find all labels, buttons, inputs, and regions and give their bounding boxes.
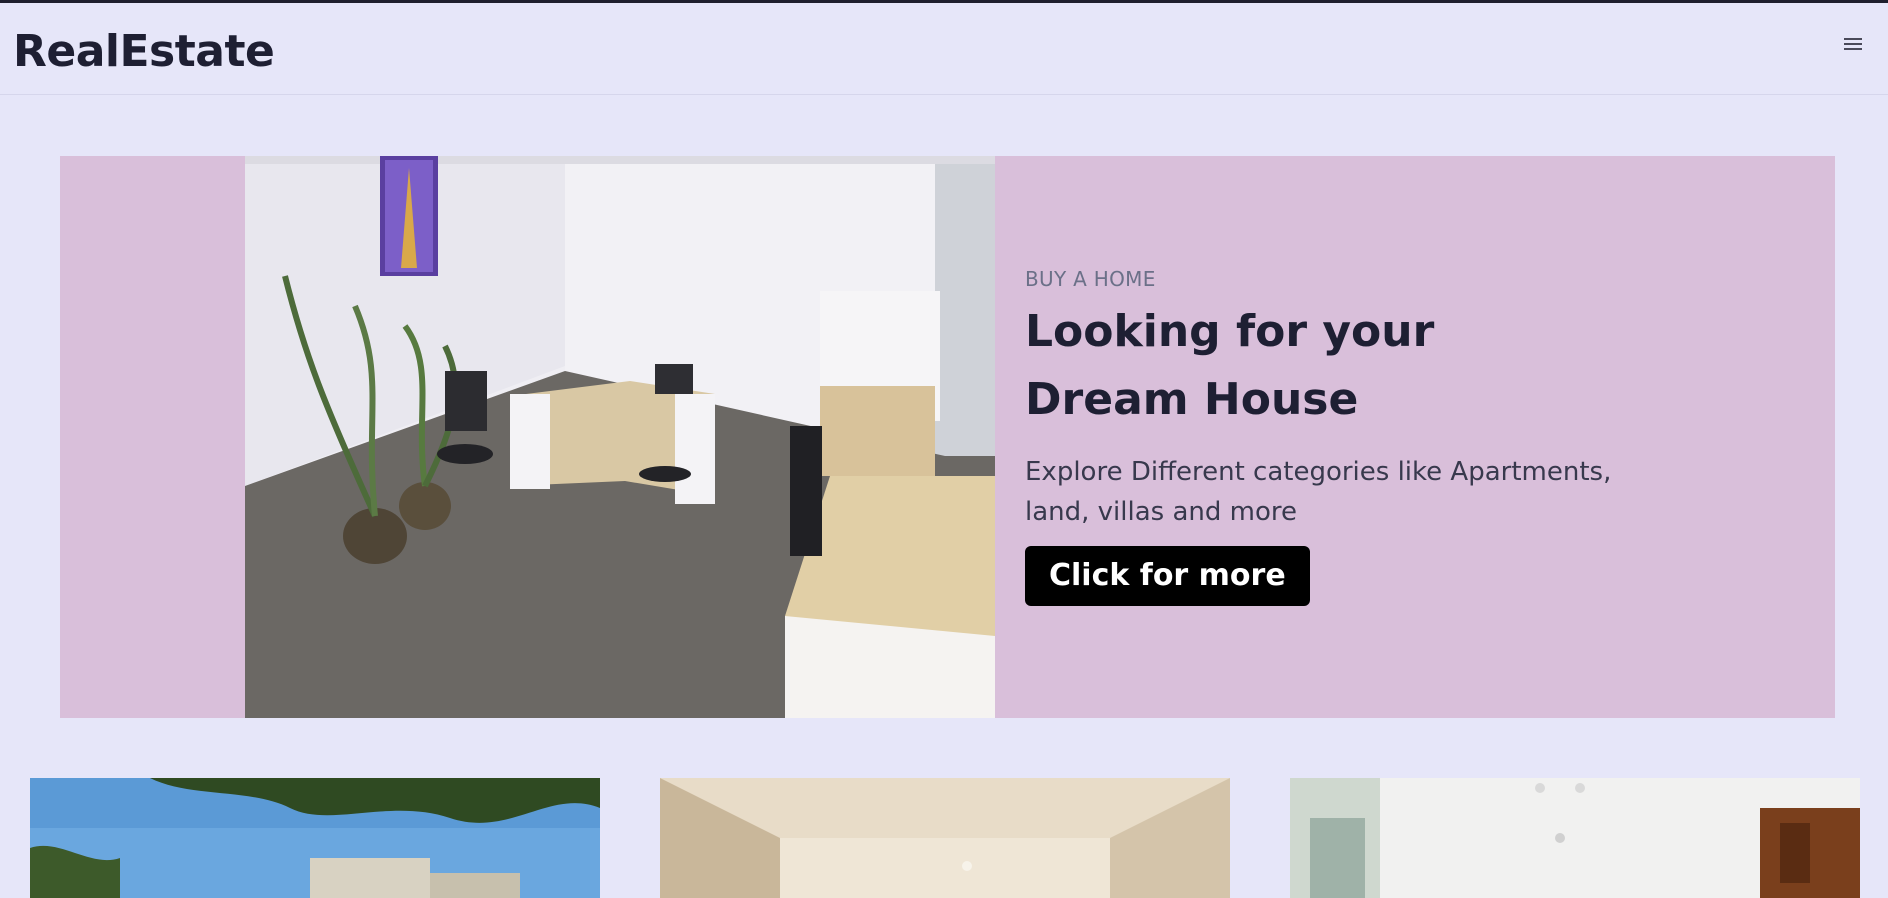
listing-card[interactable]: [30, 778, 600, 898]
hero-eyebrow: BUY A HOME: [1025, 267, 1156, 291]
building-exterior-photo: [30, 778, 600, 898]
hero-content: BUY A HOME Looking for your Dream House …: [1025, 266, 1745, 606]
click-for-more-button[interactable]: Click for more: [1025, 546, 1310, 606]
hero-banner: BUY A HOME Looking for your Dream House …: [60, 156, 1835, 718]
office-room-photo: [245, 156, 995, 718]
hero-headline: Looking for your Dream House: [1025, 306, 1435, 425]
listing-card[interactable]: [1290, 778, 1860, 898]
empty-room-photo: [660, 778, 1230, 898]
apartment-interior-photo: [1290, 778, 1860, 898]
brand-logo[interactable]: RealEstate: [13, 25, 275, 79]
listing-card[interactable]: [660, 778, 1230, 898]
hero-description: Explore Different categories like Apartm…: [1025, 457, 1612, 527]
site-header: RealEstate: [0, 3, 1888, 95]
hamburger-menu-icon[interactable]: [1842, 35, 1864, 55]
